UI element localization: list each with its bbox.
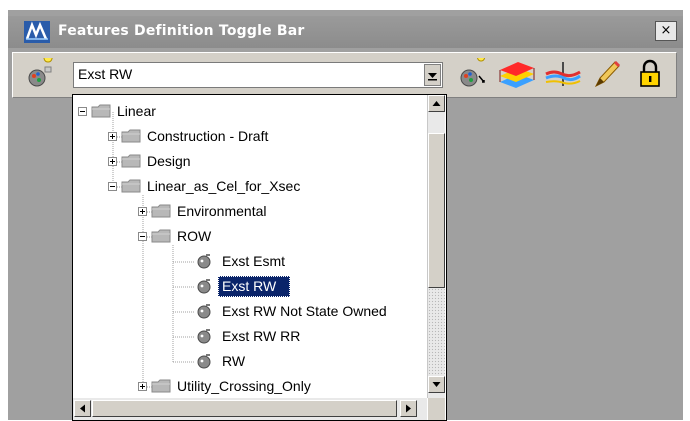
expand-toggle[interactable] [138, 382, 147, 391]
cross-section-icon[interactable] [544, 60, 582, 88]
tree-item-label[interactable]: RW [222, 353, 245, 369]
folder-icon [151, 379, 171, 393]
folder-icon [121, 129, 141, 143]
arrow-left-icon [80, 404, 85, 413]
collapse-toggle[interactable] [138, 232, 147, 241]
feature-selector-value: Exst RW [78, 66, 133, 82]
arrow-up-icon [432, 101, 441, 106]
feature-icon [197, 254, 211, 269]
window-title: Features Definition Toggle Bar [58, 23, 305, 39]
close-button[interactable]: × [655, 21, 677, 41]
folder-icon [91, 104, 111, 118]
tree-item-label[interactable]: Exst RW Not State Owned [222, 303, 387, 319]
scroll-left-button[interactable] [74, 400, 91, 417]
arrow-right-icon [406, 404, 411, 413]
collapse-toggle[interactable] [78, 107, 87, 116]
folder-icon [121, 154, 141, 168]
tree-item-label-selected[interactable]: Exst RW [222, 278, 276, 294]
tree-item-label[interactable]: Linear [117, 103, 156, 119]
collapse-toggle[interactable] [108, 182, 117, 191]
feature-picker-icon[interactable] [26, 58, 60, 88]
tree-item-label[interactable]: Linear_as_Cel_for_Xsec [147, 178, 300, 194]
layers-icon[interactable] [496, 58, 538, 90]
feature-icon [197, 354, 211, 369]
horizontal-scroll-thumb[interactable] [92, 400, 397, 417]
arrow-down-icon [432, 382, 441, 387]
feature-options-icon[interactable] [458, 58, 490, 90]
feature-icon [197, 329, 211, 344]
expand-toggle[interactable] [138, 207, 147, 216]
vertical-scroll-thumb[interactable] [428, 133, 445, 288]
chevron-down-icon [428, 73, 437, 81]
lock-icon[interactable] [638, 58, 662, 90]
expand-toggle[interactable] [108, 157, 117, 166]
scroll-down-button[interactable] [428, 376, 445, 393]
dropdown-arrow-button[interactable] [424, 64, 441, 86]
feature-icon [197, 279, 211, 294]
expand-toggle[interactable] [108, 132, 117, 141]
tree-item-label[interactable]: Environmental [177, 203, 267, 219]
tree-item-label[interactable]: Utility_Crossing_Only [177, 378, 311, 394]
folder-icon [151, 229, 171, 243]
scroll-track[interactable] [428, 288, 445, 376]
tree-item-label[interactable]: ROW [177, 228, 211, 244]
tree-item-label[interactable]: Design [147, 153, 191, 169]
folder-icon [151, 204, 171, 218]
feature-icon [197, 304, 211, 319]
scrollbar-corner [428, 398, 445, 420]
scroll-right-button[interactable] [400, 400, 417, 417]
folder-icon [121, 179, 141, 193]
app-logo-icon [24, 21, 50, 43]
linear-pencil-icon[interactable] [591, 58, 623, 90]
tree-item-label[interactable]: Exst RW RR [222, 328, 300, 344]
scroll-up-button[interactable] [428, 95, 445, 112]
tree-item-label[interactable]: Construction - Draft [147, 128, 268, 144]
tree-item-label[interactable]: Exst Esmt [222, 253, 285, 269]
